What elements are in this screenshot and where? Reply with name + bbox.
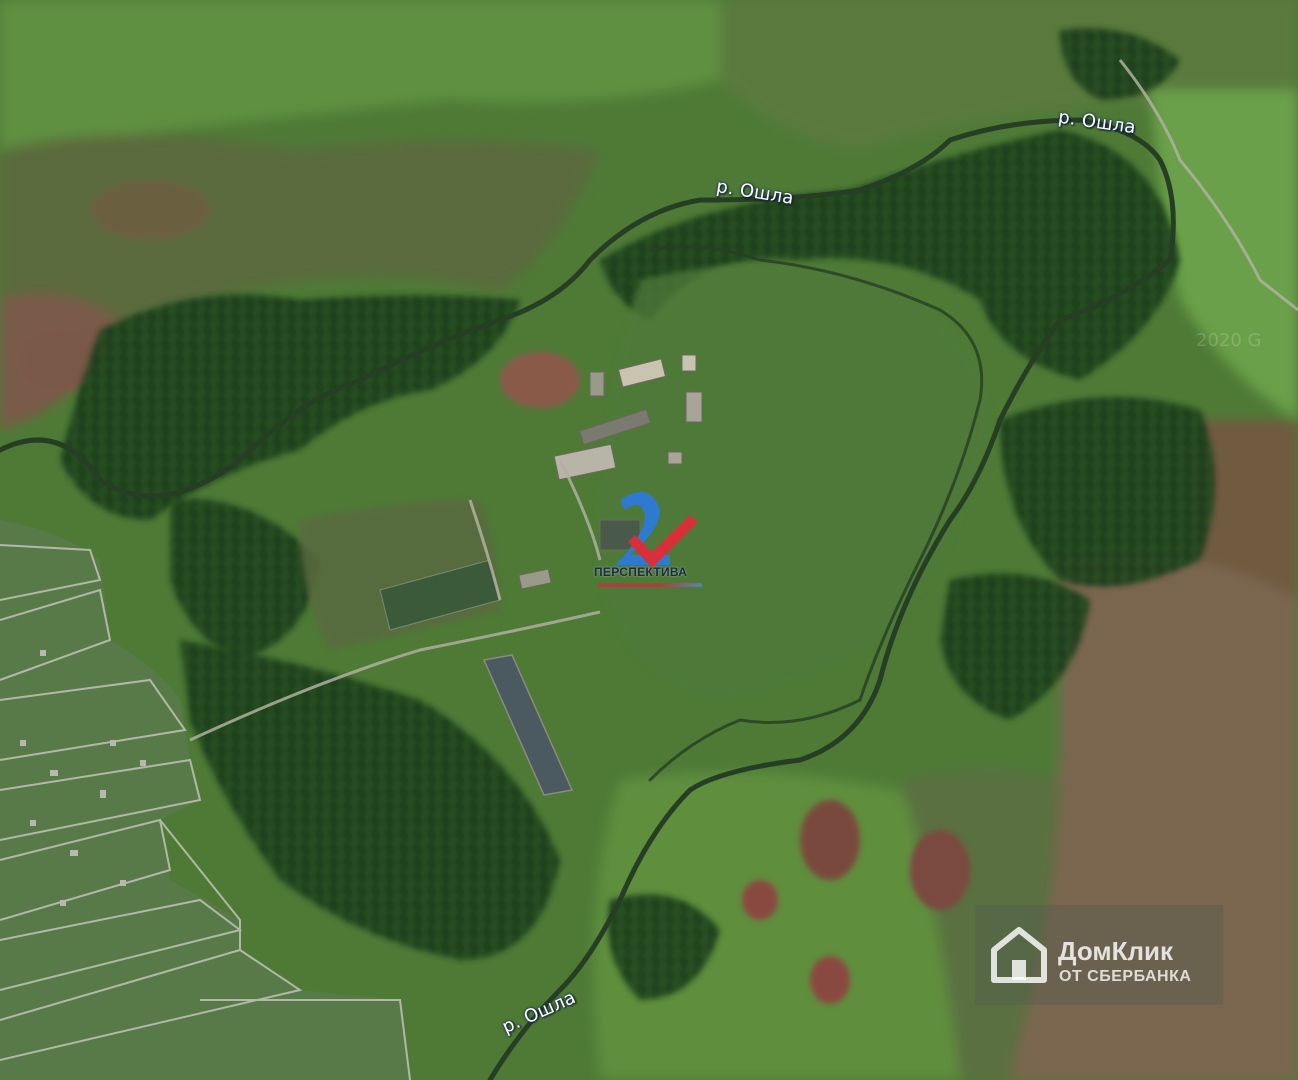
domclick-house-icon xyxy=(991,927,1047,983)
domclick-brand: ДомКлик xyxy=(1058,936,1173,966)
imagery-watermark: 2020 G xyxy=(1196,330,1262,351)
perspektiva-logo-underline xyxy=(598,583,702,587)
perspektiva-24-logo-icon xyxy=(615,492,698,568)
domclick-subtitle: ОТ СБЕРБАНКА xyxy=(1059,968,1192,985)
satellite-map[interactable]: р. Ошла р. Ошла р. Ошла 2020 G ПЕРСПЕКТИ… xyxy=(0,0,1298,1080)
perspektiva-logo-text: ПЕРСПЕКТИВА xyxy=(594,565,688,579)
